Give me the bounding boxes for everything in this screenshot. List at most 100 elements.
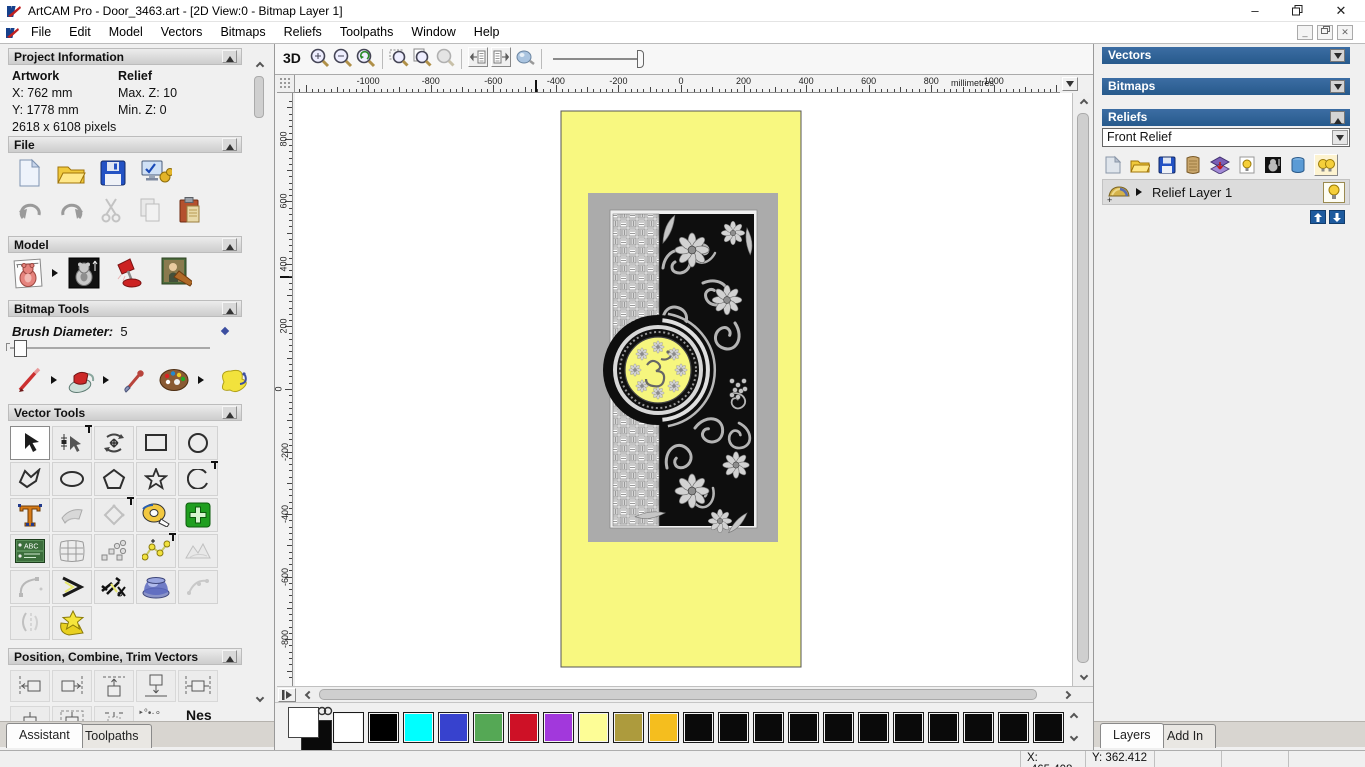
flood-fill-icon[interactable] <box>217 366 249 394</box>
menu-bitmaps[interactable]: Bitmaps <box>211 22 274 42</box>
toggle-3d-view-button[interactable]: 3D <box>283 50 301 66</box>
model-size-flyout-arrow[interactable] <box>52 269 62 277</box>
palette-swatch-20[interactable] <box>1033 712 1064 743</box>
palette-swatch-11[interactable] <box>718 712 749 743</box>
create-polyline-tool[interactable] <box>10 462 50 496</box>
align-bottom-button[interactable] <box>136 670 176 702</box>
align-top-button[interactable] <box>94 670 134 702</box>
paint-selective-icon[interactable] <box>66 366 98 394</box>
menu-edit[interactable]: Edit <box>60 22 100 42</box>
set-model-size-icon[interactable] <box>12 256 46 290</box>
zoom-previous-icon[interactable] <box>355 47 377 69</box>
section-bitmap-tools[interactable]: Bitmap Tools <box>8 300 242 317</box>
vectors-header[interactable]: Vectors <box>1102 47 1350 64</box>
menu-window[interactable]: Window <box>402 22 464 42</box>
move-layer-up-button[interactable] <box>1310 210 1326 224</box>
menu-vectors[interactable]: Vectors <box>152 22 212 42</box>
fade-slider-handle[interactable] <box>637 50 644 68</box>
menu-help[interactable]: Help <box>465 22 509 42</box>
assistant-scroll-thumb[interactable] <box>254 76 264 118</box>
palette-swatch-7[interactable] <box>578 712 609 743</box>
mdi-minimize-button[interactable]: _ <box>1297 25 1313 40</box>
palette-swatch-10[interactable] <box>683 712 714 743</box>
distort-vectors-tool[interactable] <box>52 534 92 568</box>
assistant-scroll-up[interactable] <box>251 58 268 74</box>
trim-vectors-tool[interactable] <box>94 570 134 604</box>
zoom-out-icon[interactable] <box>332 47 354 69</box>
zoom-box-icon[interactable] <box>388 47 410 69</box>
paste-along-curve-tool[interactable] <box>94 534 134 568</box>
new-model-icon[interactable] <box>16 158 42 188</box>
canvas-scroll-up[interactable] <box>1073 95 1094 111</box>
palette-swatch-12[interactable] <box>753 712 784 743</box>
palette-swatch-16[interactable] <box>893 712 924 743</box>
canvas-vscroll-thumb[interactable] <box>1077 113 1089 663</box>
ruler-origin-button[interactable] <box>277 75 295 93</box>
offset-vectors-tool[interactable] <box>94 497 134 532</box>
align-left-button[interactable] <box>10 670 50 702</box>
measure-tool[interactable] <box>136 498 176 532</box>
collapse-vector-tools-button[interactable] <box>222 406 237 419</box>
canvas-vscrollbar[interactable] <box>1072 93 1093 686</box>
section-position-combine-trim[interactable]: Position, Combine, Trim Vectors <box>8 648 242 665</box>
section-project-information[interactable]: Project Information <box>8 48 242 65</box>
relief-layer-name[interactable]: Relief Layer 1 <box>1152 185 1232 200</box>
texture-relief-icon[interactable] <box>160 257 192 289</box>
mdi-restore-button[interactable] <box>1317 25 1333 40</box>
cut-icon[interactable] <box>100 197 124 223</box>
ruler-unit-dropdown[interactable] <box>1062 77 1078 91</box>
colour-palette-icon[interactable] <box>159 367 193 393</box>
canvas-2d-view[interactable] <box>295 93 1072 686</box>
delete-layer-icon[interactable] <box>1290 156 1306 174</box>
join-vectors-tool[interactable] <box>52 570 92 604</box>
palette-swatch-9[interactable] <box>648 712 679 743</box>
palette-swatch-17[interactable] <box>928 712 959 743</box>
layer-visibility-icon[interactable] <box>1238 155 1256 175</box>
canvas-hscrollbar[interactable] <box>277 686 1093 702</box>
collapse-bitmap-tools-button[interactable] <box>222 302 237 315</box>
collapse-model-button[interactable] <box>222 238 237 251</box>
select-vectors-tool[interactable] <box>10 426 50 460</box>
fade-slider-track[interactable] <box>553 58 639 60</box>
canvas-scroll-left[interactable] <box>301 687 317 703</box>
layer-expand-arrow[interactable] <box>1136 188 1146 196</box>
minimize-button[interactable]: – <box>1235 0 1275 22</box>
palette-swatch-1[interactable] <box>368 712 399 743</box>
relief-selector-dropdown[interactable]: Front Relief <box>1102 128 1350 147</box>
layer-visibility-toggle[interactable] <box>1323 181 1345 203</box>
palette-swatch-13[interactable] <box>788 712 819 743</box>
model-properties-icon[interactable] <box>140 159 172 187</box>
tab-layers[interactable]: Layers <box>1100 723 1164 748</box>
palette-swatch-0[interactable] <box>333 712 364 743</box>
open-model-icon[interactable] <box>56 160 86 186</box>
palette-scroll-down[interactable] <box>1065 729 1083 745</box>
nesting-label[interactable]: Nes <box>186 707 212 721</box>
centre-in-page-button[interactable] <box>10 706 50 721</box>
section-file[interactable]: File <box>8 136 242 153</box>
pick-colour-icon[interactable] <box>122 366 148 394</box>
fit-arcs-tool[interactable] <box>10 570 50 604</box>
menu-toolpaths[interactable]: Toolpaths <box>331 22 403 42</box>
canvas-hscroll-thumb[interactable] <box>319 689 1037 700</box>
paint-selective-flyout-arrow[interactable] <box>103 376 113 384</box>
bitmaps-header[interactable]: Bitmaps <box>1102 78 1350 95</box>
lighting-icon[interactable] <box>114 257 144 289</box>
node-editing-tool[interactable] <box>52 425 92 460</box>
merge-layers-icon[interactable] <box>1210 156 1230 174</box>
zoom-page-icon[interactable] <box>411 47 433 69</box>
palette-swatch-8[interactable] <box>613 712 644 743</box>
extrude-tool[interactable] <box>136 570 176 604</box>
transform-vectors-tool[interactable] <box>94 426 134 460</box>
align-centre-button[interactable] <box>178 670 218 702</box>
reliefs-collapse-button[interactable] <box>1330 111 1345 124</box>
create-ellipse-tool[interactable] <box>52 462 92 496</box>
relief-selector-arrow[interactable] <box>1332 130 1348 145</box>
node-tools-tool[interactable] <box>178 570 218 604</box>
paint-flyout-arrow[interactable] <box>51 376 61 384</box>
palette-scroll-up[interactable] <box>1065 709 1083 725</box>
vector-doctor-tool[interactable] <box>52 606 92 640</box>
open-relief-icon[interactable] <box>1130 156 1150 174</box>
palette-swatch-5[interactable] <box>508 712 539 743</box>
wrap-text-tool[interactable] <box>52 498 92 532</box>
relief-layer-row[interactable]: + Relief Layer 1 <box>1102 179 1350 205</box>
